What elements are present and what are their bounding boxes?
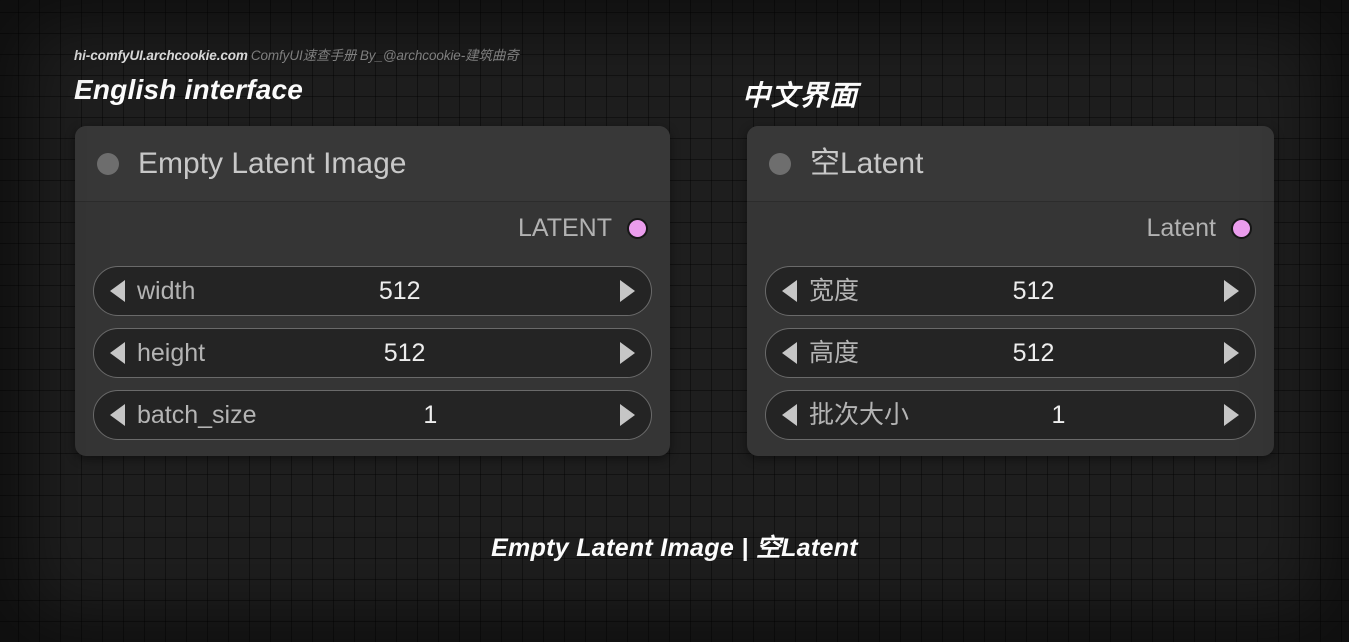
widget-width-en[interactable]: width 512 — [93, 266, 652, 316]
widget-label-height-zh: 高度 — [809, 338, 860, 367]
widget-label-batch-size-zh: 批次大小 — [809, 400, 910, 429]
widget-value-batch-size-zh[interactable]: 1 — [1052, 402, 1066, 428]
output-label-en: LATENT — [518, 213, 612, 242]
node-header-zh[interactable]: 空Latent — [747, 126, 1274, 202]
output-slot-latent-en[interactable]: LATENT — [93, 202, 652, 254]
node-empty-latent-image-zh[interactable]: 空Latent Latent 宽度 512 高度 512 批次大小 1 — [747, 126, 1274, 456]
credit-site: hi-comfyUI.archcookie.com — [74, 48, 248, 63]
widget-value-width-zh[interactable]: 512 — [1013, 278, 1055, 304]
widget-batch-size-en[interactable]: batch_size 1 — [93, 390, 652, 440]
collapse-dot-icon[interactable] — [97, 152, 119, 175]
node-body-zh: Latent 宽度 512 高度 512 批次大小 1 — [747, 202, 1274, 456]
increment-arrow-icon[interactable] — [1223, 404, 1239, 426]
increment-arrow-icon[interactable] — [620, 404, 635, 426]
credit-line: hi-comfyUI.archcookie.com ComfyUI速查手册 By_… — [74, 44, 519, 64]
section-title-english: English interface — [74, 74, 304, 105]
widget-batch-size-zh[interactable]: 批次大小 1 — [765, 390, 1256, 440]
widget-label-width-en: width — [137, 276, 196, 305]
output-slot-latent-zh[interactable]: Latent — [765, 202, 1256, 254]
node-title-zh: 空Latent — [810, 146, 924, 180]
decrement-arrow-icon[interactable] — [782, 280, 797, 302]
node-empty-latent-image-en[interactable]: Empty Latent Image LATENT width 512 heig… — [75, 126, 670, 456]
decrement-arrow-icon[interactable] — [782, 404, 797, 426]
widget-value-batch-size-en[interactable]: 1 — [423, 402, 437, 428]
widget-width-zh[interactable]: 宽度 512 — [765, 266, 1256, 316]
widget-height-en[interactable]: height 512 — [93, 328, 652, 378]
decrement-arrow-icon[interactable] — [110, 280, 125, 302]
latent-output-dot-icon[interactable] — [627, 217, 648, 239]
credit-subtitle: ComfyUI速查手册 By_@archcookie-建筑曲奇 — [250, 48, 519, 63]
widget-height-zh[interactable]: 高度 512 — [765, 328, 1256, 378]
node-header-en[interactable]: Empty Latent Image — [75, 126, 670, 202]
caption: Empty Latent Image | 空Latent — [491, 534, 858, 562]
node-title-en: Empty Latent Image — [138, 146, 407, 180]
increment-arrow-icon[interactable] — [1223, 342, 1239, 364]
decrement-arrow-icon[interactable] — [782, 342, 797, 364]
widget-value-height-en[interactable]: 512 — [384, 340, 426, 366]
widget-label-height-en: height — [137, 338, 206, 367]
widget-label-batch-size-en: batch_size — [137, 400, 257, 429]
decrement-arrow-icon[interactable] — [110, 342, 125, 364]
increment-arrow-icon[interactable] — [620, 280, 635, 302]
comfyui-node-reference-card: hi-comfyUI.archcookie.com ComfyUI速查手册 By_… — [0, 0, 1349, 642]
latent-output-dot-icon[interactable] — [1231, 217, 1252, 239]
node-body-en: LATENT width 512 height 512 batch_size 1 — [75, 202, 670, 456]
output-label-zh: Latent — [1146, 213, 1216, 242]
section-title-chinese: 中文界面 — [742, 80, 859, 111]
increment-arrow-icon[interactable] — [1223, 280, 1239, 302]
widget-value-height-zh[interactable]: 512 — [1013, 340, 1055, 366]
increment-arrow-icon[interactable] — [620, 342, 635, 364]
widget-label-width-zh: 宽度 — [809, 276, 860, 305]
decrement-arrow-icon[interactable] — [110, 404, 125, 426]
widget-value-width-en[interactable]: 512 — [379, 278, 421, 304]
collapse-dot-icon[interactable] — [769, 152, 791, 175]
